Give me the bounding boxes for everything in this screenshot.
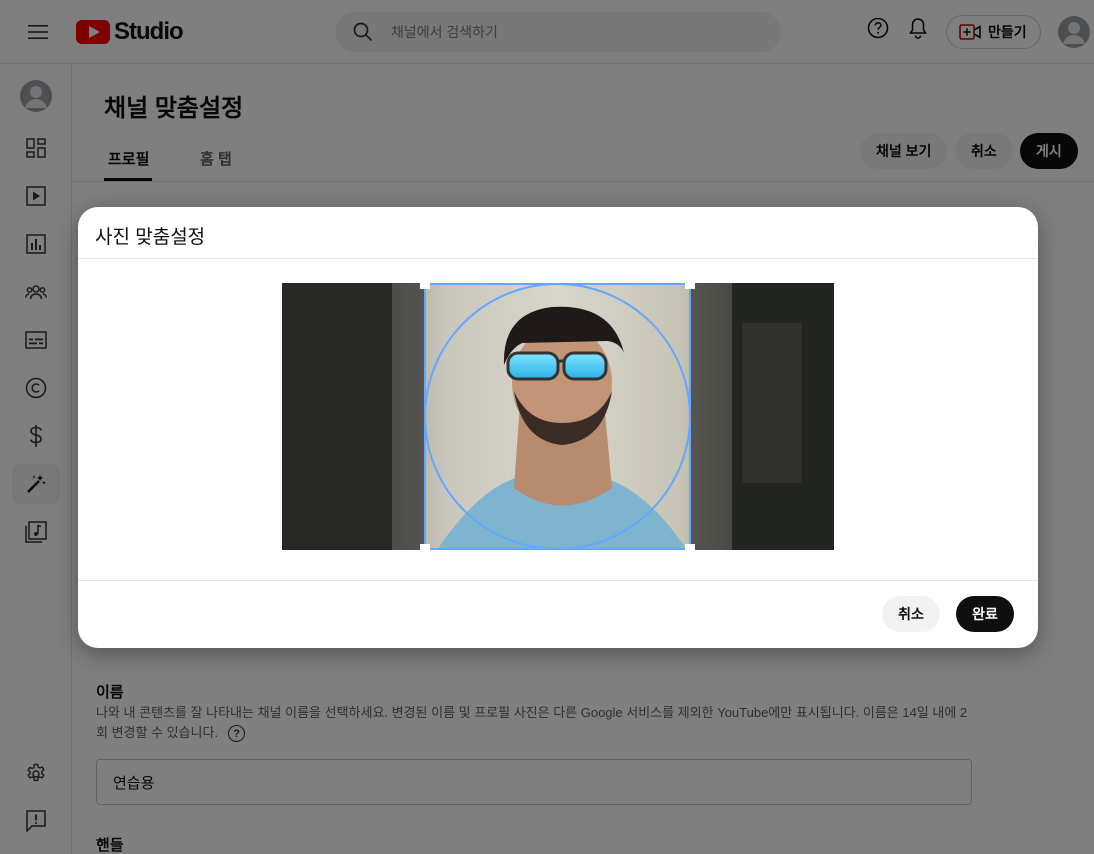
dialog-divider xyxy=(78,258,1038,259)
crop-handle-bottom-left[interactable] xyxy=(420,544,430,550)
crop-circle-guide xyxy=(424,283,691,550)
photo-customize-dialog: 사진 맞춤설정 취소 완료 xyxy=(78,207,1038,648)
dialog-divider xyxy=(78,580,1038,581)
dialog-done-button[interactable]: 완료 xyxy=(956,596,1014,632)
photo-crop-area[interactable] xyxy=(282,283,834,550)
dialog-title: 사진 맞춤설정 xyxy=(95,227,206,248)
crop-mask-right xyxy=(691,283,834,550)
crop-mask-left xyxy=(282,283,424,550)
crop-handle-top-right[interactable] xyxy=(685,283,695,289)
crop-handle-top-left[interactable] xyxy=(420,283,430,289)
crop-handle-bottom-right[interactable] xyxy=(685,544,695,550)
dialog-cancel-button[interactable]: 취소 xyxy=(882,596,940,632)
